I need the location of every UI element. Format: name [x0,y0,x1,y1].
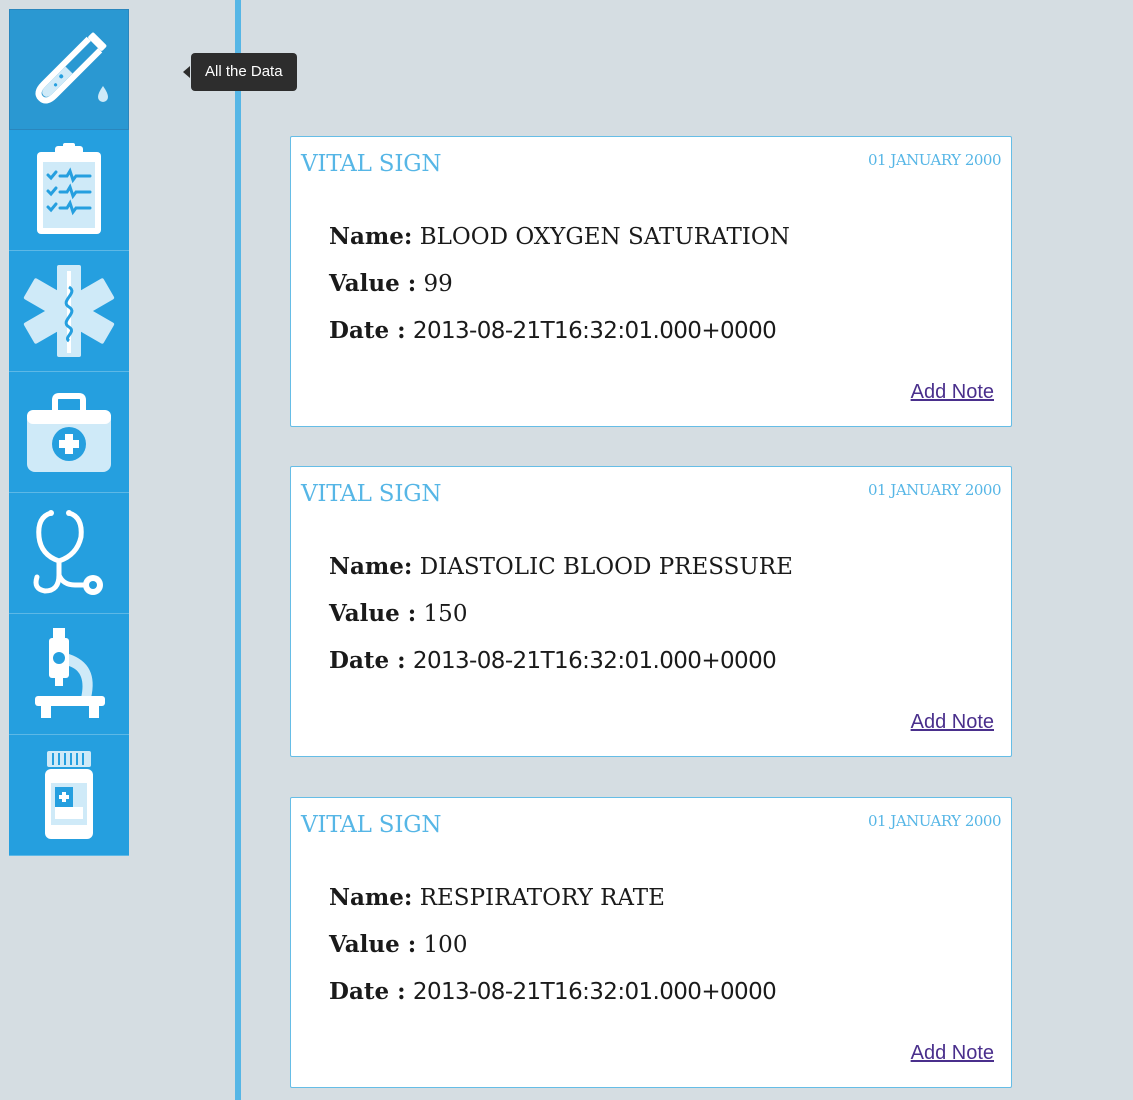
value-label: Value : [329,931,417,958]
test-tube-icon [35,32,108,104]
microscope-icon [35,628,105,718]
date-field: Date : 2013-08-21T16:32:01.000+0000 [329,317,777,344]
date-value: 2013-08-21T16:32:01.000+0000 [412,648,777,674]
value-field: Value : 99 [329,270,453,297]
sidebar-item-microscope[interactable] [9,614,129,735]
value-value: 100 [423,932,468,958]
sidebar-item-stethoscope[interactable] [9,493,129,614]
card-type: VITAL SIGN [301,151,442,177]
name-label: Name: [329,884,413,911]
date-value: 2013-08-21T16:32:01.000+0000 [412,979,777,1005]
card-date: 01 JANUARY 2000 [867,481,1002,499]
add-note-link[interactable]: Add Note [911,381,994,404]
stethoscope-icon [33,510,103,595]
date-value: 2013-08-21T16:32:01.000+0000 [412,318,777,344]
name-value: RESPIRATORY RATE [419,885,665,911]
value-value: 99 [423,271,453,297]
name-label: Name: [329,553,413,580]
card-date: 01 JANUARY 2000 [867,151,1002,169]
vital-sign-card: VITAL SIGN 01 JANUARY 2000 Name: BLOOD O… [290,136,1012,427]
tooltip: All the Data [191,53,297,91]
clipboard-checklist-icon [37,143,101,234]
name-field: Name: DIASTOLIC BLOOD PRESSURE [329,553,793,580]
date-field: Date : 2013-08-21T16:32:01.000+0000 [329,647,777,674]
name-field: Name: RESPIRATORY RATE [329,884,665,911]
vital-sign-card: VITAL SIGN 01 JANUARY 2000 Name: RESPIRA… [290,797,1012,1088]
sidebar-item-all-the-data[interactable] [9,9,129,130]
star-of-life-icon [23,265,115,357]
first-aid-kit-icon [27,393,111,472]
date-label: Date : [329,978,406,1005]
value-field: Value : 150 [329,600,467,627]
date-label: Date : [329,647,406,674]
card-type: VITAL SIGN [301,481,442,507]
pill-bottle-icon [45,751,93,839]
sidebar [9,9,131,856]
add-note-link[interactable]: Add Note [911,711,994,734]
vital-sign-card: VITAL SIGN 01 JANUARY 2000 Name: DIASTOL… [290,466,1012,757]
value-field: Value : 100 [329,931,467,958]
timeline-line [235,0,241,1100]
sidebar-item-medication[interactable] [9,735,129,856]
card-date: 01 JANUARY 2000 [867,812,1002,830]
value-label: Value : [329,270,417,297]
name-label: Name: [329,223,413,250]
value-label: Value : [329,600,417,627]
name-value: BLOOD OXYGEN SATURATION [419,224,790,250]
tooltip-arrow [183,66,190,78]
name-value: DIASTOLIC BLOOD PRESSURE [419,554,793,580]
card-type: VITAL SIGN [301,812,442,838]
date-label: Date : [329,317,406,344]
sidebar-item-medical-kit[interactable] [9,372,129,493]
name-field: Name: BLOOD OXYGEN SATURATION [329,223,790,250]
value-value: 150 [423,601,468,627]
add-note-link[interactable]: Add Note [911,1042,994,1065]
date-field: Date : 2013-08-21T16:32:01.000+0000 [329,978,777,1005]
sidebar-item-clipboard[interactable] [9,130,129,251]
sidebar-item-medical-star[interactable] [9,251,129,372]
